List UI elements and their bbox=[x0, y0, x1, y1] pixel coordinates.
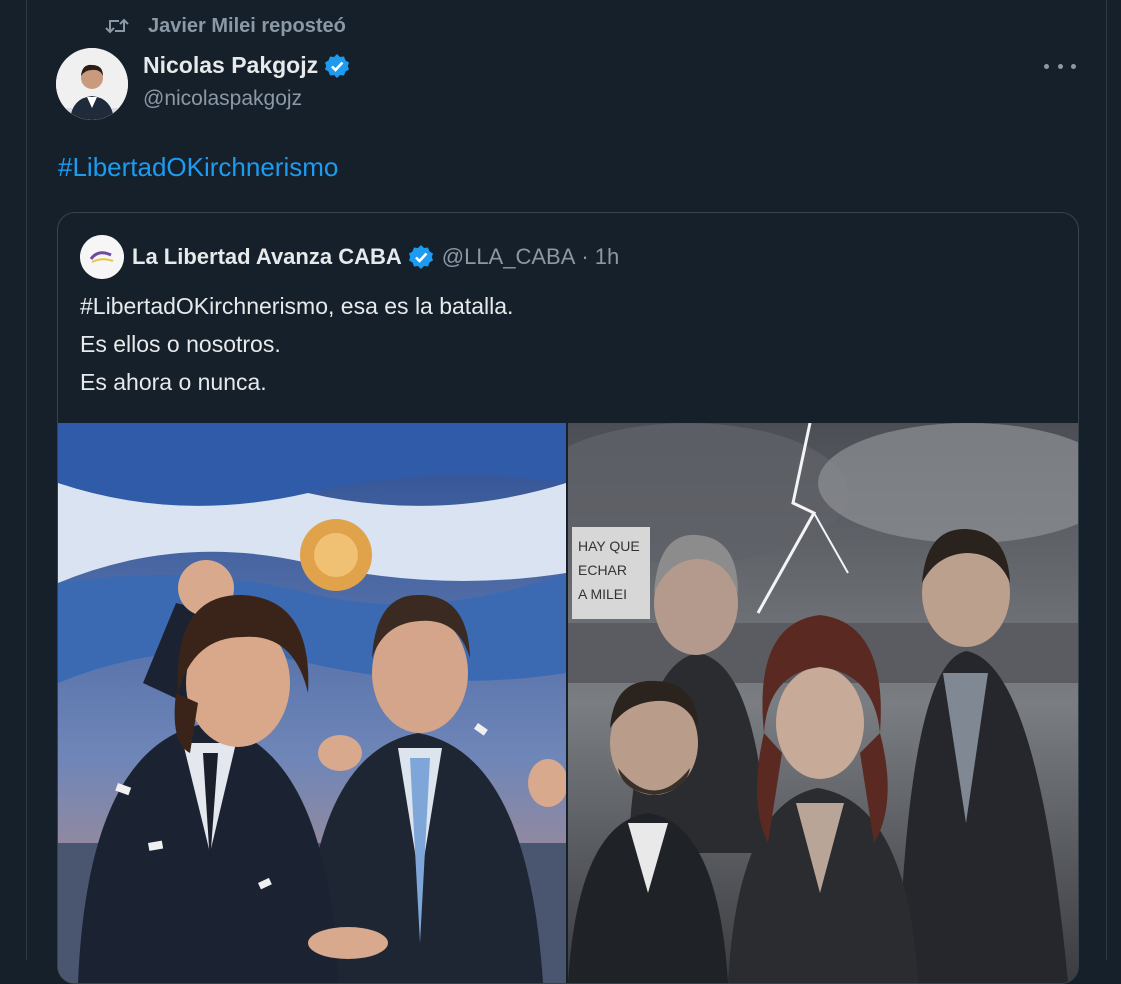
hashtag-link[interactable]: #LibertadOKirchnerismo bbox=[58, 152, 338, 183]
media-image-right[interactable]: HAY QUE ECHAR A MILEI bbox=[568, 423, 1078, 983]
author-avatar[interactable] bbox=[56, 48, 128, 120]
repost-indicator[interactable]: Javier Milei reposteó bbox=[104, 12, 346, 40]
retweet-icon bbox=[104, 15, 130, 37]
quote-line: Es ellos o nosotros. bbox=[80, 331, 281, 357]
author-name[interactable]: Nicolas Pakgojz bbox=[143, 52, 318, 79]
more-options-icon[interactable] bbox=[1044, 54, 1076, 78]
quote-body: #LibertadOKirchnerismo, esa es la batall… bbox=[80, 287, 513, 401]
post-author: Nicolas Pakgojz @nicolaspakgojz bbox=[143, 52, 350, 111]
quote-author-avatar[interactable] bbox=[80, 235, 124, 279]
protest-sign-line: HAY QUE bbox=[578, 538, 640, 554]
media-image-left[interactable] bbox=[58, 423, 566, 983]
timeline-border-left bbox=[26, 0, 27, 960]
quote-handle[interactable]: @LLA_CABA bbox=[442, 244, 576, 270]
quote-header: La Libertad Avanza CABA @LLA_CABA · 1h bbox=[80, 235, 619, 279]
quote-time[interactable]: 1h bbox=[595, 244, 619, 270]
quote-line: Es ahora o nunca. bbox=[80, 369, 267, 395]
quote-separator: · bbox=[581, 244, 589, 269]
timeline-border-right bbox=[1106, 0, 1107, 960]
quote-author-name[interactable]: La Libertad Avanza CABA bbox=[132, 244, 402, 270]
quote-verified-badge-icon[interactable] bbox=[408, 244, 434, 270]
verified-badge-icon[interactable] bbox=[324, 53, 350, 79]
protest-sign-line: A MILEI bbox=[578, 586, 627, 602]
repost-text: Javier Milei reposteó bbox=[148, 14, 346, 37]
author-handle[interactable]: @nicolaspakgojz bbox=[143, 87, 350, 111]
quote-line: #LibertadOKirchnerismo, esa es la batall… bbox=[80, 293, 514, 319]
quote-media[interactable]: HAY QUE ECHAR A MILEI bbox=[58, 423, 1078, 983]
protest-sign-line: ECHAR bbox=[578, 562, 627, 578]
quoted-tweet[interactable]: La Libertad Avanza CABA @LLA_CABA · 1h #… bbox=[57, 212, 1079, 984]
